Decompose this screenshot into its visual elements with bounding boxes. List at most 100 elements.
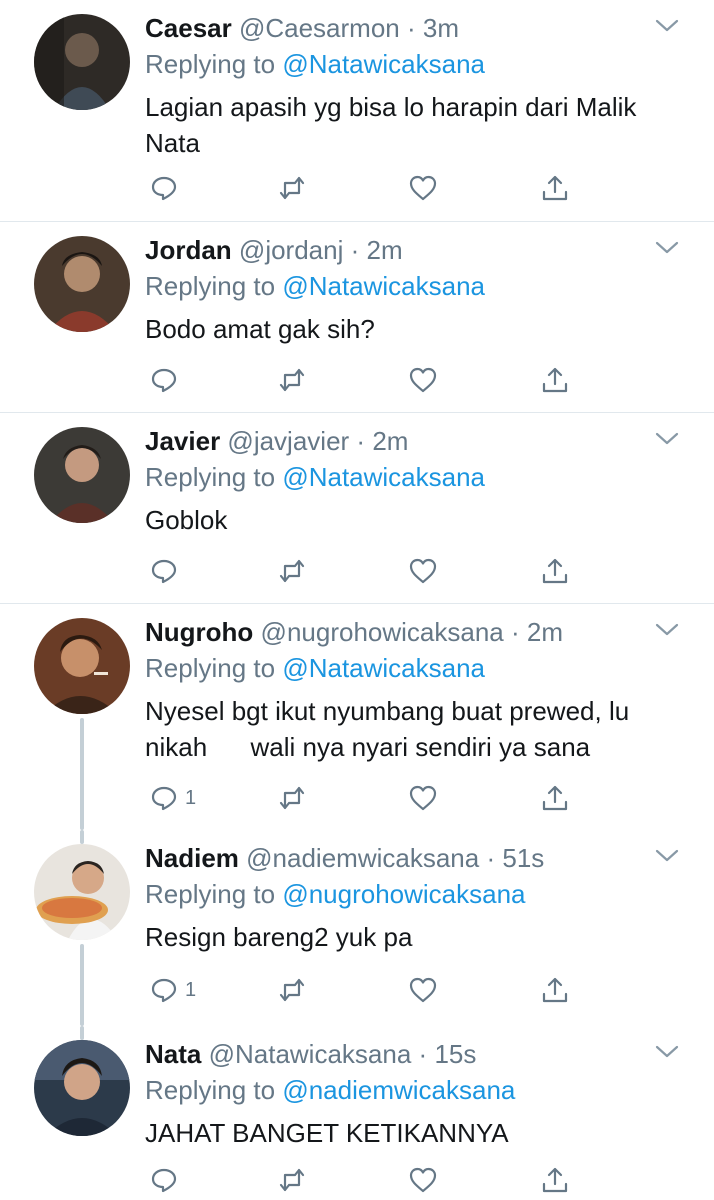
reply-button[interactable] [149,1162,185,1198]
timestamp[interactable]: 51s [502,843,544,873]
tweet-actions [145,362,585,398]
heart-icon [409,1167,437,1193]
user-handle[interactable]: @jordanj [239,235,343,265]
timestamp[interactable]: 2m [367,235,403,265]
chevron-down-icon[interactable] [654,620,680,640]
user-handle[interactable]: @Natawicaksana [209,1039,412,1069]
share-button[interactable] [540,972,570,1008]
reply-button[interactable] [149,170,185,206]
timestamp[interactable]: 2m [372,426,408,456]
mention-link[interactable]: @Natawicaksana [282,271,485,301]
reply-icon [151,559,177,584]
mention-link[interactable]: @Natawicaksana [282,49,485,79]
thread-connector [80,944,84,1026]
chevron-down-icon[interactable] [654,846,680,866]
heart-icon [409,175,437,201]
share-icon [542,367,568,393]
thread-connector [80,1026,84,1040]
heart-icon [409,367,437,393]
chevron-down-icon[interactable] [654,238,680,258]
user-handle[interactable]: @nugrohowicaksana [261,617,504,647]
reply-prefix: Replying to [145,271,276,301]
reply-button[interactable] [149,362,185,398]
retweet-button[interactable] [277,362,307,398]
avatar[interactable] [34,14,130,110]
like-button[interactable] [408,553,438,589]
separator-dot: · [418,1039,428,1069]
display-name[interactable]: Nata [145,1039,201,1069]
user-handle[interactable]: @nadiemwicaksana [246,843,479,873]
avatar[interactable] [34,1040,130,1136]
separator-dot: · [356,426,366,456]
replying-to: Replying to @Natawicaksana [145,652,485,684]
retweet-icon [279,786,305,810]
tweet[interactable]: Nadiem @nadiemwicaksana · 51s Replying t… [0,830,714,1026]
tweet-actions [145,1162,585,1198]
share-button[interactable] [540,1162,570,1198]
tweet-actions: 1 [145,780,585,816]
share-icon [542,558,568,584]
like-button[interactable] [408,170,438,206]
thread-connector [80,830,84,844]
share-button[interactable] [540,362,570,398]
tweet[interactable]: Caesar @Caesarmon · 3m Replying to @Nata… [0,0,714,222]
tweet[interactable]: Nata @Natawicaksana · 15s Replying to @n… [0,1026,714,1200]
reply-button[interactable]: 1 [149,780,196,816]
reply-icon [151,1168,177,1193]
display-name[interactable]: Javier [145,426,220,456]
avatar[interactable] [34,618,130,714]
retweet-button[interactable] [277,780,307,816]
tweet[interactable]: Javier @javjavier · 2m Replying to @Nata… [0,413,714,604]
timestamp[interactable]: 3m [423,13,459,43]
share-button[interactable] [540,780,570,816]
avatar[interactable] [34,236,130,332]
retweet-button[interactable] [277,1162,307,1198]
mention-link[interactable]: @Natawicaksana [282,462,485,492]
replying-to: Replying to @nugrohowicaksana [145,878,526,910]
mention-link[interactable]: @nugrohowicaksana [282,879,525,909]
tweet[interactable]: Nugroho @nugrohowicaksana · 2m Replying … [0,604,714,830]
reply-icon [151,176,177,201]
display-name[interactable]: Nadiem [145,843,239,873]
like-button[interactable] [408,362,438,398]
avatar[interactable] [34,844,130,940]
replying-to: Replying to @Natawicaksana [145,461,485,493]
retweet-button[interactable] [277,170,307,206]
mention-link[interactable]: @nadiemwicaksana [282,1075,515,1105]
display-name[interactable]: Jordan [145,235,232,265]
replying-to: Replying to @nadiemwicaksana [145,1074,515,1106]
like-button[interactable] [408,972,438,1008]
replying-to: Replying to @Natawicaksana [145,270,485,302]
like-button[interactable] [408,780,438,816]
timestamp[interactable]: 2m [527,617,563,647]
share-button[interactable] [540,170,570,206]
display-name[interactable]: Caesar [145,13,232,43]
avatar[interactable] [34,427,130,523]
display-name[interactable]: Nugroho [145,617,253,647]
reply-button[interactable]: 1 [149,972,196,1008]
chevron-down-icon[interactable] [654,429,680,449]
share-icon [542,785,568,811]
share-icon [542,977,568,1003]
like-button[interactable] [408,1162,438,1198]
share-button[interactable] [540,553,570,589]
reply-icon [151,978,177,1003]
retweet-button[interactable] [277,972,307,1008]
user-handle[interactable]: @Caesarmon [239,13,400,43]
user-handle[interactable]: @javjavier [227,426,349,456]
separator-dot: · [486,843,496,873]
tweet-text: Goblok [145,505,228,535]
tweet[interactable]: Jordan @jordanj · 2m Replying to @Natawi… [0,222,714,413]
separator-dot: · [407,13,416,43]
tweet-text: JAHAT BANGET KETIKANNYA [145,1118,509,1148]
chevron-down-icon[interactable] [654,1042,680,1062]
tweet-header: Nata @Natawicaksana · 15s [145,1038,476,1070]
tweet-header: Nadiem @nadiemwicaksana · 51s [145,842,544,874]
chevron-down-icon[interactable] [654,16,680,36]
timestamp[interactable]: 15s [434,1039,476,1069]
retweet-button[interactable] [277,553,307,589]
mention-link[interactable]: @Natawicaksana [282,653,485,683]
reply-button[interactable] [149,553,185,589]
tweet-header: Javier @javjavier · 2m [145,425,408,457]
tweet-header: Jordan @jordanj · 2m [145,234,403,266]
